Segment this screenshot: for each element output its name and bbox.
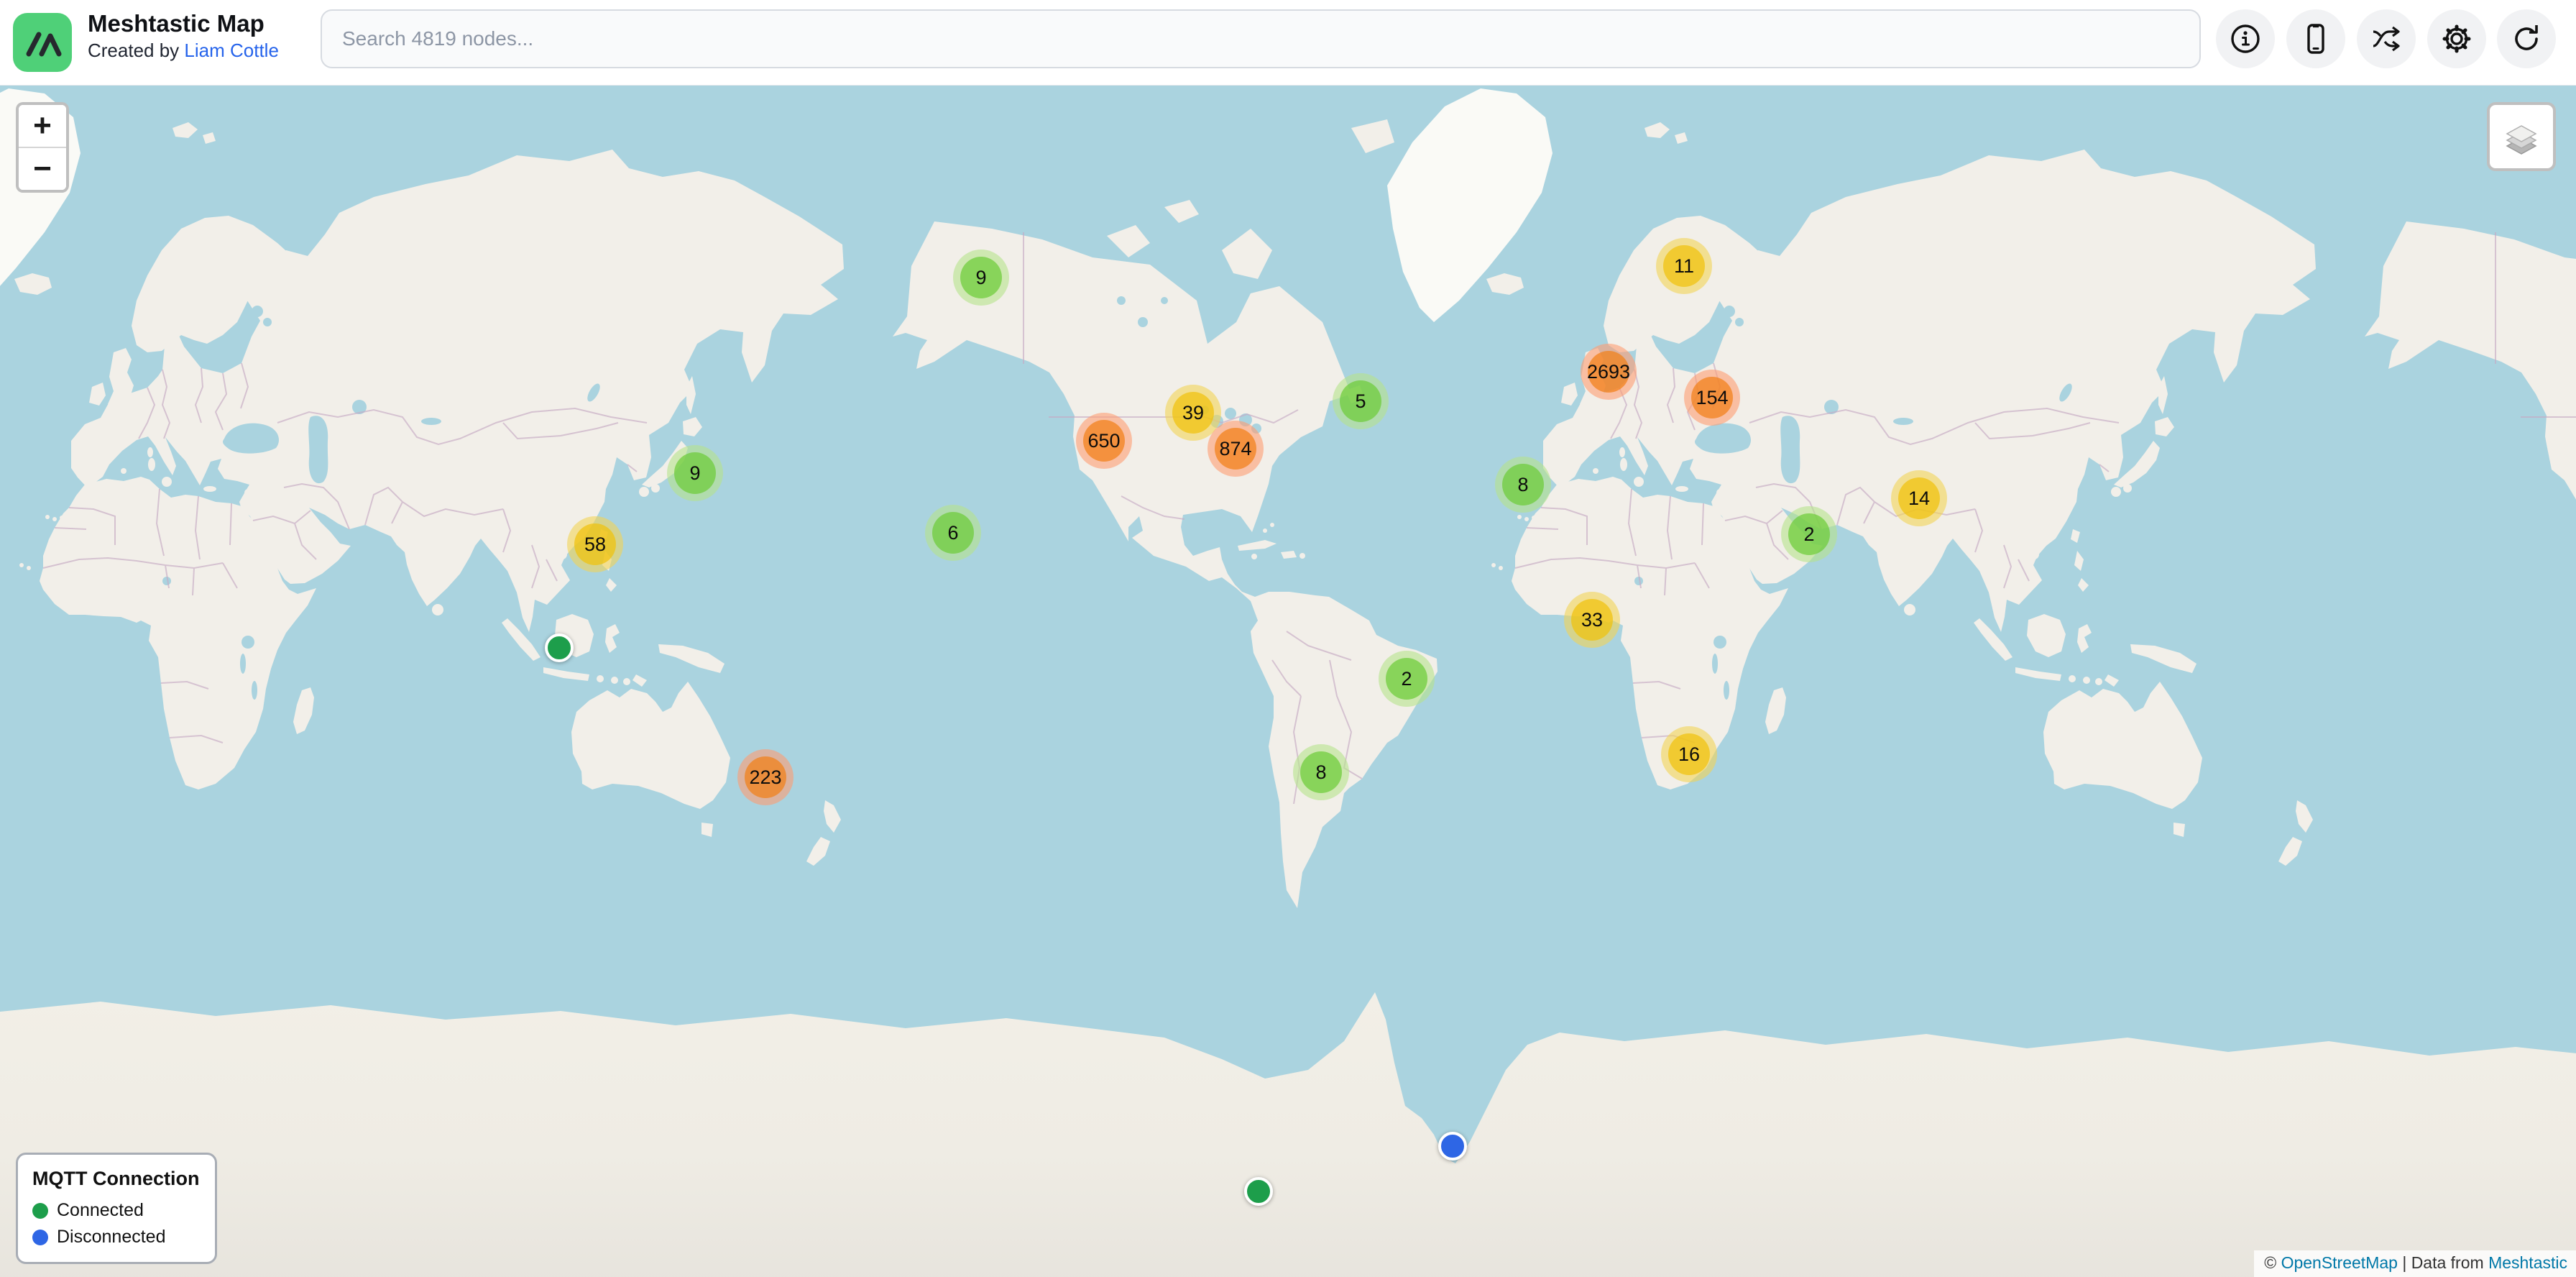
osm-link[interactable]: OpenStreetMap xyxy=(2281,1253,2398,1272)
attribution-middle: | Data from xyxy=(2398,1253,2488,1272)
settings-button[interactable] xyxy=(2427,9,2486,68)
mobile-app-button[interactable] xyxy=(2286,9,2345,68)
layers-icon xyxy=(2501,116,2542,157)
cluster-count: 5 xyxy=(1340,380,1381,422)
cluster-count: 874 xyxy=(1215,428,1256,470)
gear-icon xyxy=(2439,22,2474,56)
legend-label: Connected xyxy=(57,1200,144,1221)
refresh-button[interactable] xyxy=(2497,9,2556,68)
search-input[interactable] xyxy=(321,9,2201,68)
cluster-count: 9 xyxy=(960,257,1002,298)
cluster-marker[interactable]: 8 xyxy=(1293,744,1349,800)
zoom-out-button[interactable]: − xyxy=(19,148,66,190)
cluster-marker[interactable]: 9 xyxy=(953,250,1009,306)
node-marker-disconnected[interactable] xyxy=(1438,1132,1467,1161)
cluster-marker[interactable]: 8 xyxy=(1495,457,1551,513)
cluster-count: 2693 xyxy=(1588,351,1629,393)
attribution: © OpenStreetMap | Data from Meshtastic xyxy=(2254,1250,2576,1277)
cluster-marker[interactable]: 5 xyxy=(1333,373,1389,429)
cluster-count: 650 xyxy=(1083,420,1125,462)
subtitle-prefix: Created by xyxy=(88,40,184,61)
world-basemap xyxy=(0,85,2576,1277)
node-marker-connected[interactable] xyxy=(545,633,574,662)
cluster-count: 11 xyxy=(1663,245,1705,287)
cluster-count: 39 xyxy=(1172,392,1214,434)
cluster-marker[interactable]: 6 xyxy=(925,505,981,561)
legend-title: MQTT Connection xyxy=(32,1168,201,1190)
cluster-count: 2 xyxy=(1788,513,1830,555)
meshtastic-map-app: Meshtastic Map Created by Liam Cottle xyxy=(0,0,2576,1277)
title-block: Meshtastic Map Created by Liam Cottle xyxy=(88,10,279,62)
map-canvas[interactable]: + − 9 39 650 874 5 11 2693 154 8 2 14 33 16 9 58 6 223 2 8… xyxy=(0,85,2576,1277)
attribution-copyright: © xyxy=(2264,1253,2281,1272)
info-icon xyxy=(2229,22,2262,55)
legend-rows: Connected Disconnected xyxy=(32,1200,201,1248)
random-node-button[interactable] xyxy=(2357,9,2416,68)
cluster-count: 2 xyxy=(1386,658,1427,700)
header-bar: Meshtastic Map Created by Liam Cottle xyxy=(0,0,2576,86)
legend-dot xyxy=(32,1203,48,1219)
search-container xyxy=(321,9,2201,68)
subtitle: Created by Liam Cottle xyxy=(88,40,279,62)
shuffle-icon xyxy=(2369,22,2404,56)
legend-item: Disconnected xyxy=(32,1227,201,1248)
cluster-marker[interactable]: 2693 xyxy=(1581,344,1637,400)
cluster-marker[interactable]: 33 xyxy=(1564,592,1620,648)
cluster-marker[interactable]: 14 xyxy=(1891,470,1947,526)
cluster-marker[interactable]: 16 xyxy=(1661,726,1717,782)
zoom-control: + − xyxy=(16,102,69,193)
cluster-count: 8 xyxy=(1300,751,1342,793)
cluster-marker[interactable]: 154 xyxy=(1684,370,1740,426)
cluster-marker[interactable]: 9 xyxy=(667,445,723,501)
meshtastic-link[interactable]: Meshtastic xyxy=(2488,1253,2567,1272)
cluster-marker[interactable]: 874 xyxy=(1208,421,1264,477)
legend-item: Connected xyxy=(32,1200,201,1221)
cluster-marker[interactable]: 2 xyxy=(1781,506,1837,562)
meshtastic-logo[interactable] xyxy=(13,13,72,72)
cluster-count: 14 xyxy=(1898,477,1940,519)
refresh-icon xyxy=(2509,22,2544,56)
cluster-count: 6 xyxy=(932,512,974,554)
legend-dot xyxy=(32,1230,48,1245)
cluster-count: 8 xyxy=(1502,464,1544,505)
cluster-count: 58 xyxy=(574,523,616,565)
mobile-icon xyxy=(2299,22,2332,55)
mqtt-legend: MQTT Connection Connected Disconnected xyxy=(16,1153,217,1264)
cluster-marker[interactable]: 2 xyxy=(1379,651,1435,707)
cluster-count: 33 xyxy=(1571,599,1613,641)
layers-control[interactable] xyxy=(2487,102,2556,171)
zoom-in-button[interactable]: + xyxy=(19,105,66,147)
meshtastic-logo-icon xyxy=(13,13,72,72)
cluster-marker[interactable]: 650 xyxy=(1076,413,1132,469)
cluster-count: 9 xyxy=(674,452,716,494)
cluster-marker[interactable]: 223 xyxy=(737,749,794,805)
cluster-count: 223 xyxy=(745,756,786,798)
cluster-count: 16 xyxy=(1668,733,1710,775)
cluster-marker[interactable]: 58 xyxy=(567,516,623,572)
info-button[interactable] xyxy=(2216,9,2275,68)
cluster-marker[interactable]: 11 xyxy=(1656,238,1712,294)
author-link[interactable]: Liam Cottle xyxy=(184,40,279,61)
page-title: Meshtastic Map xyxy=(88,10,279,37)
cluster-count: 154 xyxy=(1691,377,1733,418)
node-marker-connected[interactable] xyxy=(1244,1177,1273,1206)
legend-label: Disconnected xyxy=(57,1227,165,1248)
